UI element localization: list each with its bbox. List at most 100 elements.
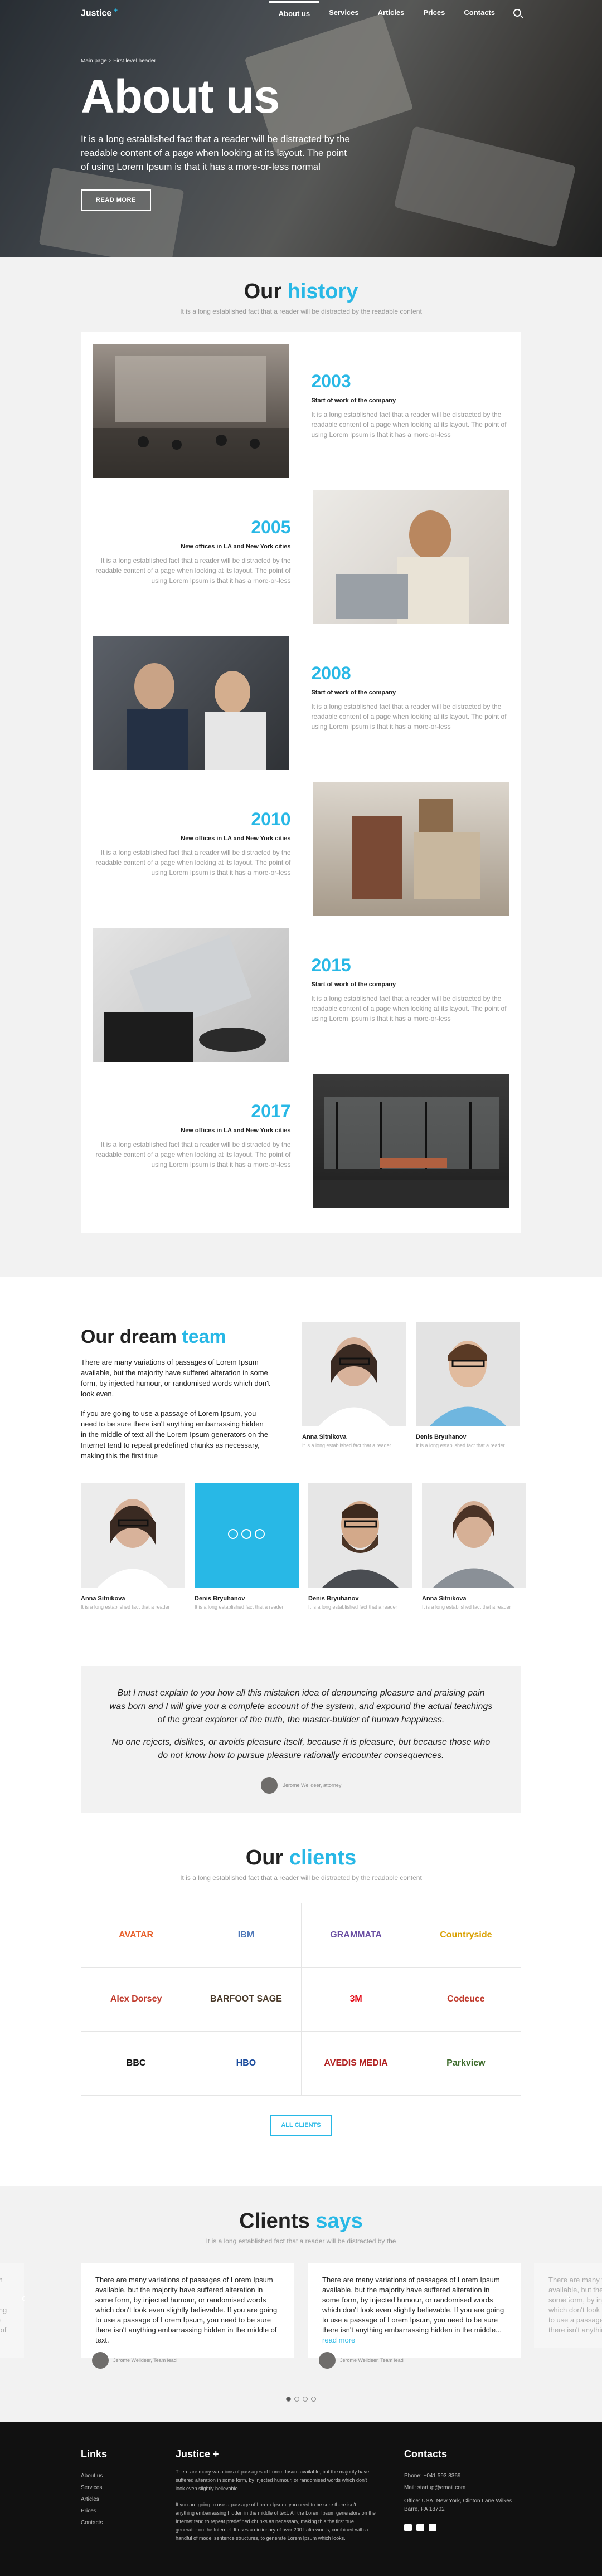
client-logo[interactable]: BARFOOT SAGE bbox=[191, 1968, 302, 2032]
footer-mail[interactable]: Mail: startup@email.com bbox=[404, 2482, 521, 2494]
member-name: Denis Bryuhanov bbox=[195, 1595, 245, 1602]
hero-text: It is a long established fact that a rea… bbox=[81, 134, 350, 172]
client-logo[interactable]: HBO bbox=[191, 2032, 302, 2096]
footer-contacts-title: Contacts bbox=[404, 2448, 448, 2460]
member-photo bbox=[195, 1483, 299, 1588]
twitter-icon[interactable] bbox=[429, 2524, 436, 2531]
carousel-dot[interactable] bbox=[303, 2397, 308, 2402]
carousel-dot[interactable] bbox=[286, 2397, 291, 2402]
all-clients-button[interactable]: ALL CLIENTS bbox=[270, 2115, 332, 2136]
member-social bbox=[228, 1529, 265, 1539]
client-logo[interactable]: BBC bbox=[81, 2032, 192, 2096]
clients-title-a: Our bbox=[245, 1846, 284, 1869]
history-year: 2015 bbox=[311, 955, 351, 975]
clients-title-b: clients bbox=[289, 1846, 357, 1869]
carousel-dot[interactable] bbox=[311, 2397, 316, 2402]
history-subtitle: It is a long established fact that a rea… bbox=[180, 308, 422, 315]
client-logo[interactable]: AVATAR bbox=[81, 1903, 192, 1968]
footer-text: If you are going to use a passage of Lor… bbox=[176, 2502, 376, 2541]
client-logo[interactable]: Countryside bbox=[411, 1903, 521, 1968]
footer-link-services[interactable]: Services bbox=[81, 2482, 176, 2494]
facebook-icon[interactable] bbox=[241, 1529, 251, 1539]
team-member[interactable]: Denis Bryuhanov It is a long established… bbox=[308, 1483, 412, 1610]
history-item: 2017 New offices in LA and New York citi… bbox=[81, 1074, 521, 1220]
client-logo[interactable]: Codeuce bbox=[411, 1968, 521, 2032]
page-title: About us bbox=[81, 70, 280, 123]
team-grid: Anna Sitnikova It is a long established … bbox=[0, 1483, 602, 1610]
clients-logo-grid: AVATAR IBM GRAMMATA Countryside Alex Dorsey B… bbox=[81, 1903, 521, 2096]
chevron-left-icon[interactable]: ‹ bbox=[21, 2292, 33, 2304]
quote-author: Jerome Welldeer, attorney bbox=[109, 1777, 493, 1794]
nav-item-contacts[interactable]: Contacts bbox=[454, 0, 504, 26]
team-member[interactable]: Denis Bryuhanov It is a long established… bbox=[195, 1483, 299, 1610]
footer-link-articles[interactable]: Articles bbox=[81, 2494, 176, 2505]
history-image bbox=[93, 928, 289, 1062]
carousel-dot[interactable] bbox=[294, 2397, 299, 2402]
client-logo[interactable]: AVEDIS MEDIA bbox=[301, 2032, 411, 2096]
history-image bbox=[313, 490, 509, 624]
facebook-icon[interactable] bbox=[416, 2524, 424, 2531]
team-member[interactable]: Anna Sitnikova It is a long established … bbox=[81, 1483, 185, 1610]
testimonials-title-b: says bbox=[315, 2209, 363, 2233]
team-paragraph: If you are going to use a passage of Lor… bbox=[81, 1409, 269, 1460]
member-desc: It is a long established fact that a rea… bbox=[308, 1604, 397, 1610]
nav-item-prices[interactable]: Prices bbox=[414, 0, 454, 26]
avatar bbox=[319, 2352, 336, 2369]
read-more-button[interactable]: READ MORE bbox=[81, 189, 151, 211]
instagram-icon[interactable] bbox=[404, 2524, 412, 2531]
history-item-desc: It is a long established fact that a rea… bbox=[95, 849, 291, 876]
read-more-link[interactable]: read more bbox=[322, 2336, 355, 2344]
history-image bbox=[93, 636, 289, 770]
avatar bbox=[92, 2352, 109, 2369]
footer-social bbox=[404, 2524, 521, 2531]
breadcrumb[interactable]: Main page > First level header bbox=[81, 58, 371, 64]
testimonial-text: There are many variations of passages of… bbox=[0, 2276, 7, 2334]
history-year: 2005 bbox=[251, 517, 291, 537]
history-image bbox=[93, 344, 289, 478]
team-member[interactable]: Anna Sitnikova It is a long established … bbox=[422, 1483, 526, 1610]
history-item-title: Start of work of the company bbox=[311, 981, 396, 988]
search-icon[interactable] bbox=[513, 9, 521, 17]
history-item: 2003 Start of work of the company It is … bbox=[81, 344, 521, 490]
team-member[interactable]: Denis Bryuhanov It is a long established… bbox=[416, 1322, 520, 1461]
history-item-title: Start of work of the company bbox=[311, 397, 396, 404]
member-photo bbox=[422, 1483, 526, 1588]
logo-mark: + bbox=[114, 7, 118, 14]
hero-content: Main page > First level header About us … bbox=[81, 58, 371, 211]
logo[interactable]: Justice + bbox=[81, 7, 118, 18]
client-logo[interactable]: Alex Dorsey bbox=[81, 1968, 192, 2032]
team-intro: Our dream team There are many variations… bbox=[81, 1322, 293, 1461]
history-item-desc: It is a long established fact that a rea… bbox=[311, 411, 507, 439]
logo-text: Justice bbox=[81, 8, 112, 18]
member-photo bbox=[416, 1322, 520, 1426]
nav-item-articles[interactable]: Articles bbox=[368, 0, 414, 26]
clients-section: Our clients It is a long established fac… bbox=[0, 1813, 602, 2136]
history-item-title: Start of work of the company bbox=[311, 689, 396, 696]
testimonial-text: There are many variations of passages of… bbox=[548, 2276, 602, 2334]
nav-item-about[interactable]: About us bbox=[269, 1, 320, 25]
team-paragraph: There are many variations of passages of… bbox=[81, 1358, 270, 1398]
history-title: Our history bbox=[0, 280, 602, 304]
client-logo[interactable]: IBM bbox=[191, 1903, 302, 1968]
testimonials-title-a: Clients bbox=[239, 2209, 310, 2233]
footer-link-contacts[interactable]: Contacts bbox=[81, 2517, 176, 2529]
footer-link-about[interactable]: About us bbox=[81, 2470, 176, 2482]
top-nav: Justice + About us Services Articles Pri… bbox=[0, 0, 602, 26]
carousel-dots bbox=[0, 2397, 602, 2402]
footer-link-prices[interactable]: Prices bbox=[81, 2505, 176, 2517]
member-desc: It is a long established fact that a rea… bbox=[422, 1604, 511, 1610]
footer-phone[interactable]: Phone: +041 593 8369 bbox=[404, 2470, 521, 2482]
client-logo[interactable]: Parkview bbox=[411, 2032, 521, 2096]
history-text: 2010 New offices in LA and New York citi… bbox=[93, 782, 313, 928]
history-item-desc: It is a long established fact that a rea… bbox=[311, 995, 507, 1022]
history-item: 2008 Start of work of the company It is … bbox=[81, 636, 521, 782]
footer-office: Office: USA, New York, Clinton Lane Wilk… bbox=[404, 2498, 512, 2512]
nav-item-services[interactable]: Services bbox=[319, 0, 368, 26]
client-logo[interactable]: 3M bbox=[301, 1968, 411, 2032]
history-item: 2005 New offices in LA and New York citi… bbox=[81, 490, 521, 636]
chevron-right-icon[interactable]: › bbox=[566, 2292, 579, 2304]
twitter-icon[interactable] bbox=[255, 1529, 265, 1539]
team-member[interactable]: Anna Sitnikova It is a long established … bbox=[302, 1322, 406, 1461]
client-logo[interactable]: GRAMMATA bbox=[301, 1903, 411, 1968]
instagram-icon[interactable] bbox=[228, 1529, 238, 1539]
